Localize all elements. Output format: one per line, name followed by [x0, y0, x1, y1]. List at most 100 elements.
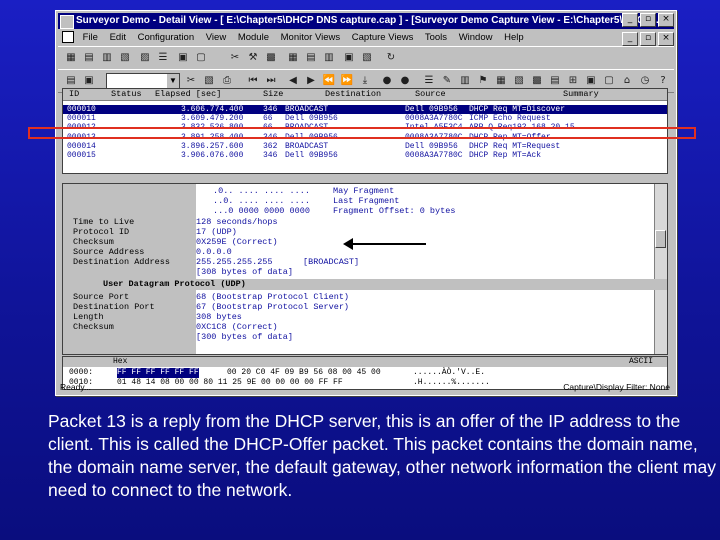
start-capture-icon[interactable]: ●: [380, 74, 394, 87]
col-source[interactable]: Source: [415, 89, 446, 100]
alarm-icon[interactable]: ⚑: [476, 74, 490, 87]
tile-icon[interactable]: ▣: [342, 51, 356, 64]
field-value[interactable]: 0X259E (Correct): [196, 237, 278, 247]
graph-icon[interactable]: ▥: [458, 74, 472, 87]
first-packet-icon[interactable]: ⏮: [246, 74, 260, 87]
filter-combo[interactable]: ▼: [106, 73, 180, 89]
save-icon[interactable]: ▣: [82, 74, 96, 87]
field-value[interactable]: 17 (UDP): [196, 227, 237, 237]
document-icon[interactable]: [62, 31, 74, 44]
mdi-minimize-button[interactable]: _: [622, 32, 638, 46]
title-bar[interactable]: Surveyor Demo - Detail View - [ E:\Chapt…: [58, 13, 674, 29]
field-value[interactable]: 255.255.255.255: [196, 257, 273, 267]
help-icon[interactable]: ?: [656, 74, 670, 87]
menu-file[interactable]: File: [83, 32, 98, 43]
capture-icon[interactable]: ▦: [286, 51, 300, 64]
menu-help[interactable]: Help: [504, 32, 524, 43]
station-icon[interactable]: ▧: [512, 74, 526, 87]
mdi-restore-button[interactable]: ▫: [640, 32, 656, 46]
packet-row[interactable]: 000014 3.896.257.600 362 BROADCAST Dell …: [63, 142, 667, 151]
protocol-icon[interactable]: ▤: [548, 74, 562, 87]
list-icon[interactable]: ☰: [156, 51, 170, 64]
module-icon[interactable]: ▣: [584, 74, 598, 87]
edit-icon[interactable]: ✎: [440, 74, 454, 87]
last-packet-icon[interactable]: ⏭: [264, 74, 278, 87]
grid-icon[interactable]: ▦: [64, 51, 78, 64]
menu-configuration[interactable]: Configuration: [138, 32, 195, 43]
back-icon[interactable]: ◀: [286, 74, 300, 87]
mdi-close-button[interactable]: ×: [658, 32, 674, 46]
decode-icon[interactable]: ☰: [422, 74, 436, 87]
col-size[interactable]: Size: [263, 89, 283, 100]
forward-icon[interactable]: ▶: [304, 74, 318, 87]
field-label: Destination Port: [73, 302, 155, 312]
goto-icon[interactable]: ⤓: [358, 74, 372, 87]
chart-icon[interactable]: ▤: [82, 51, 96, 64]
cell-destination: Dell 09B956: [285, 114, 338, 123]
hex-selected-bytes[interactable]: FF FF FF FF FF FF: [117, 368, 199, 378]
hex-row[interactable]: 0000: FF FF FF FF FF FF 00 20 C0 4F 09 B…: [63, 368, 667, 378]
minimize-button[interactable]: _: [622, 13, 638, 27]
field-value[interactable]: [300 bytes of data]: [196, 332, 293, 342]
expert-icon[interactable]: ⊞: [566, 74, 580, 87]
col-status[interactable]: Status: [111, 89, 142, 100]
copy-icon[interactable]: ▧: [202, 74, 216, 87]
field-value[interactable]: 0XC1C8 (Correct): [196, 322, 278, 332]
window-icon[interactable]: ▣: [176, 51, 190, 64]
field-value[interactable]: 128 seconds/hops: [196, 217, 278, 227]
menu-view[interactable]: View: [206, 32, 226, 43]
field-value[interactable]: 308 bytes: [196, 312, 242, 322]
scroll-thumb[interactable]: [655, 230, 666, 248]
table-icon[interactable]: ▧: [118, 51, 132, 64]
col-destination[interactable]: Destination: [325, 89, 381, 100]
matrix-icon[interactable]: ▩: [530, 74, 544, 87]
display-icon[interactable]: ▤: [304, 51, 318, 64]
hex-bytes[interactable]: 00 20 C0 4F 09 B9 56 08 00 45 00: [227, 368, 381, 378]
step-back-icon[interactable]: ⏪: [322, 74, 336, 87]
hex-header: Hex ASCII: [63, 357, 667, 367]
layers-icon[interactable]: ▩: [264, 51, 278, 64]
field-value[interactable]: 68 (Bootstrap Protocol Client): [196, 292, 349, 302]
menu-window[interactable]: Window: [459, 32, 493, 43]
col-id[interactable]: ID: [69, 89, 79, 100]
bars-icon[interactable]: ▥: [100, 51, 114, 64]
step-forward-icon[interactable]: ⏩: [340, 74, 354, 87]
packet-row[interactable]: 000015 3.906.076.000 346 Dell 09B956 000…: [63, 151, 667, 160]
field-label: Protocol ID: [73, 227, 130, 237]
menu-edit[interactable]: Edit: [110, 32, 126, 43]
view-icon[interactable]: ▥: [322, 51, 336, 64]
stats-icon[interactable]: ▨: [138, 51, 152, 64]
menu-tools[interactable]: Tools: [425, 32, 447, 43]
refresh-icon[interactable]: ↻: [384, 51, 398, 64]
home-icon[interactable]: ⌂: [620, 74, 634, 87]
open-icon[interactable]: ▤: [64, 74, 78, 87]
packet-row[interactable]: 000011 3.609.479.200 66 Dell 09B956 0008…: [63, 114, 667, 123]
close-button[interactable]: ×: [658, 13, 674, 27]
maximize-button[interactable]: ▫: [640, 13, 656, 27]
packet-row[interactable]: 000010 3.606.774.400 346 BROADCAST Dell …: [63, 105, 667, 114]
net-icon[interactable]: ▦: [494, 74, 508, 87]
stop-capture-icon[interactable]: ●: [398, 74, 412, 87]
menu-monitor-views[interactable]: Monitor Views: [281, 32, 341, 43]
col-elapsed[interactable]: Elapsed [sec]: [155, 89, 221, 100]
field-value[interactable]: 67 (Bootstrap Protocol Server): [196, 302, 349, 312]
timer-icon[interactable]: ◷: [638, 74, 652, 87]
decode-scrollbar[interactable]: [654, 184, 667, 354]
field-value[interactable]: [308 bytes of data]: [196, 267, 293, 277]
monitor-view-icon[interactable]: ▢: [602, 74, 616, 87]
chevron-down-icon[interactable]: ▼: [167, 74, 179, 88]
cut-icon[interactable]: ✂: [184, 74, 198, 87]
print-icon[interactable]: ⎙: [220, 74, 234, 87]
monitor-icon[interactable]: ▢: [194, 51, 208, 64]
tools-icon[interactable]: ✂: [228, 51, 242, 64]
filter-icon[interactable]: ⚒: [246, 51, 260, 64]
col-summary[interactable]: Summary: [563, 89, 599, 100]
cell-elapsed: 3.609.479.200: [181, 114, 244, 123]
menu-module[interactable]: Module: [238, 32, 269, 43]
udp-section-header[interactable]: User Datagram Protocol (UDP): [63, 279, 667, 290]
field-value[interactable]: 0.0.0.0: [196, 247, 232, 257]
cascade-icon[interactable]: ▧: [360, 51, 374, 64]
decode-pane: .0.. .... .... .... May Fragment ..0. ..…: [62, 183, 668, 355]
cell-source: 0008A3A7780C: [405, 114, 463, 123]
menu-capture-views[interactable]: Capture Views: [352, 32, 414, 43]
